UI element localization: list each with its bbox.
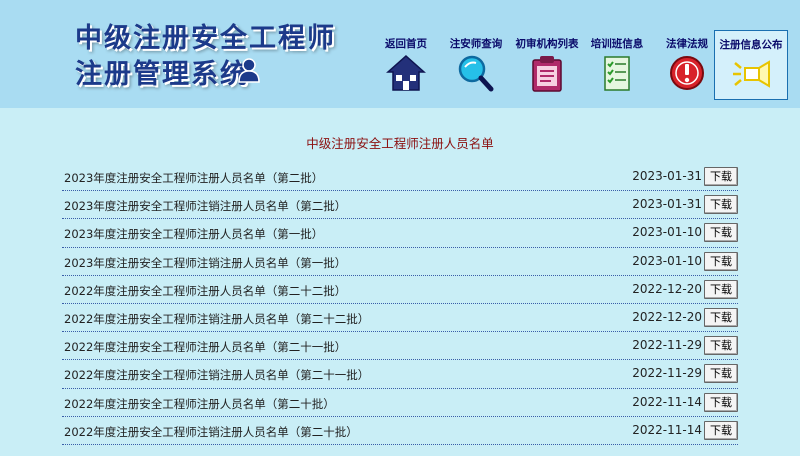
list-item: 2023年度注册安全工程师注册人员名单（第一批） 2023-01-10 下载: [62, 219, 738, 248]
download-button[interactable]: 下载: [704, 420, 738, 440]
logo-title-line1: 中级注册安全工程师: [75, 23, 336, 54]
nav-search-label: 注安师查询: [449, 38, 503, 50]
list-item: 2022年度注册安全工程师注销注册人员名单（第二十二批） 2022-12-20 …: [62, 304, 738, 333]
list-item-date: 2022-11-14: [632, 394, 702, 409]
list-item-link[interactable]: 2023年度注册安全工程师注销注册人员名单（第二批）: [64, 198, 346, 214]
list-item-date: 2022-11-29: [632, 366, 702, 381]
list-item: 2023年度注册安全工程师注销注册人员名单（第一批） 2023-01-10 下载: [62, 248, 738, 276]
list-item-link[interactable]: 2022年度注册安全工程师注销注册人员名单（第二十批）: [64, 424, 358, 440]
home-icon: [386, 54, 426, 91]
alert-icon: [670, 56, 704, 90]
nav-home[interactable]: 返回首页: [370, 30, 442, 100]
notice-list: 2023年度注册安全工程师注册人员名单（第二批） 2023-01-31 下载 2…: [62, 163, 738, 445]
list-item: 2023年度注册安全工程师注册人员名单（第二批） 2023-01-31 下载: [62, 163, 738, 192]
list-item-link[interactable]: 2022年度注册安全工程师注销注册人员名单（第二十二批）: [64, 311, 369, 327]
list-item: 2022年度注册安全工程师注销注册人员名单（第二十批） 2022-11-14 下…: [62, 417, 738, 445]
user-icon: [238, 58, 260, 83]
list-title: 中级注册安全工程师注册人员名单: [306, 136, 494, 151]
download-button[interactable]: 下载: [704, 251, 738, 271]
list-item-date: 2022-12-20: [632, 281, 702, 296]
list-item-link[interactable]: 2022年度注册安全工程师注册人员名单（第二十批）: [64, 396, 335, 412]
download-button[interactable]: 下载: [704, 195, 738, 215]
list-item-date: 2022-12-20: [632, 309, 702, 324]
list-item: 2022年度注册安全工程师注册人员名单（第二十批） 2022-11-14 下载: [62, 389, 738, 417]
nav-laws-label: 法律法规: [666, 38, 708, 50]
download-button[interactable]: 下载: [704, 279, 738, 299]
main-nav: 返回首页 注安师查询 初审机构列表 培训班信息 法律法规 注册信息公布: [370, 30, 790, 102]
checklist-icon: [604, 56, 630, 91]
download-button[interactable]: 下载: [704, 167, 738, 186]
list-item-link[interactable]: 2023年度注册安全工程师注销注册人员名单（第一批）: [64, 255, 346, 271]
list-item: 2022年度注册安全工程师注册人员名单（第二十二批） 2022-12-20 下载: [62, 276, 738, 304]
header-banner: 中级注册安全工程师 注册管理系统 返回首页 注安师查询 初审机构列表 培训班信息…: [0, 0, 800, 108]
clipboard-icon: [532, 56, 562, 92]
logo-title-line2: 注册管理系统: [75, 59, 249, 90]
download-button[interactable]: 下载: [704, 336, 738, 356]
nav-home-label: 返回首页: [385, 38, 427, 50]
list-item-link[interactable]: 2023年度注册安全工程师注册人员名单（第二批）: [64, 170, 323, 186]
list-item: 2023年度注册安全工程师注销注册人员名单（第二批） 2023-01-31 下载: [62, 191, 738, 220]
nav-review-agencies-label: 初审机构列表: [515, 38, 579, 50]
download-button[interactable]: 下载: [704, 364, 738, 384]
list-item-date: 2023-01-31: [632, 169, 702, 183]
nav-review-agencies[interactable]: 初审机构列表: [511, 30, 583, 100]
download-button[interactable]: 下载: [704, 392, 738, 412]
list-item: 2022年度注册安全工程师注册人员名单（第二十一批） 2022-11-29 下载: [62, 332, 738, 361]
nav-training[interactable]: 培训班信息: [581, 30, 653, 100]
list-item-link[interactable]: 2022年度注册安全工程师注销注册人员名单（第二十一批）: [64, 367, 369, 383]
list-item-date: 2023-01-31: [632, 197, 702, 212]
nav-registration-notice[interactable]: 注册信息公布: [714, 30, 788, 100]
list-item-link[interactable]: 2022年度注册安全工程师注册人员名单（第二十二批）: [64, 283, 346, 299]
list-item: 2022年度注册安全工程师注销注册人员名单（第二十一批） 2022-11-29 …: [62, 360, 738, 389]
list-item-date: 2023-01-10: [632, 253, 702, 268]
nav-training-label: 培训班信息: [590, 38, 644, 50]
download-button[interactable]: 下载: [704, 307, 738, 327]
list-item-link[interactable]: 2022年度注册安全工程师注册人员名单（第二十一批）: [64, 339, 346, 355]
download-button[interactable]: 下载: [704, 223, 738, 243]
megaphone-icon: [733, 60, 770, 88]
list-item-date: 2022-11-14: [632, 422, 702, 437]
list-item-link[interactable]: 2023年度注册安全工程师注册人员名单（第一批）: [64, 226, 323, 242]
nav-laws[interactable]: 法律法规: [651, 30, 723, 100]
search-icon: [458, 55, 494, 92]
nav-registration-notice-label: 注册信息公布: [719, 39, 783, 51]
list-item-date: 2022-11-29: [632, 338, 702, 353]
nav-search[interactable]: 注安师查询: [440, 30, 512, 100]
list-item-date: 2023-01-10: [632, 225, 702, 240]
